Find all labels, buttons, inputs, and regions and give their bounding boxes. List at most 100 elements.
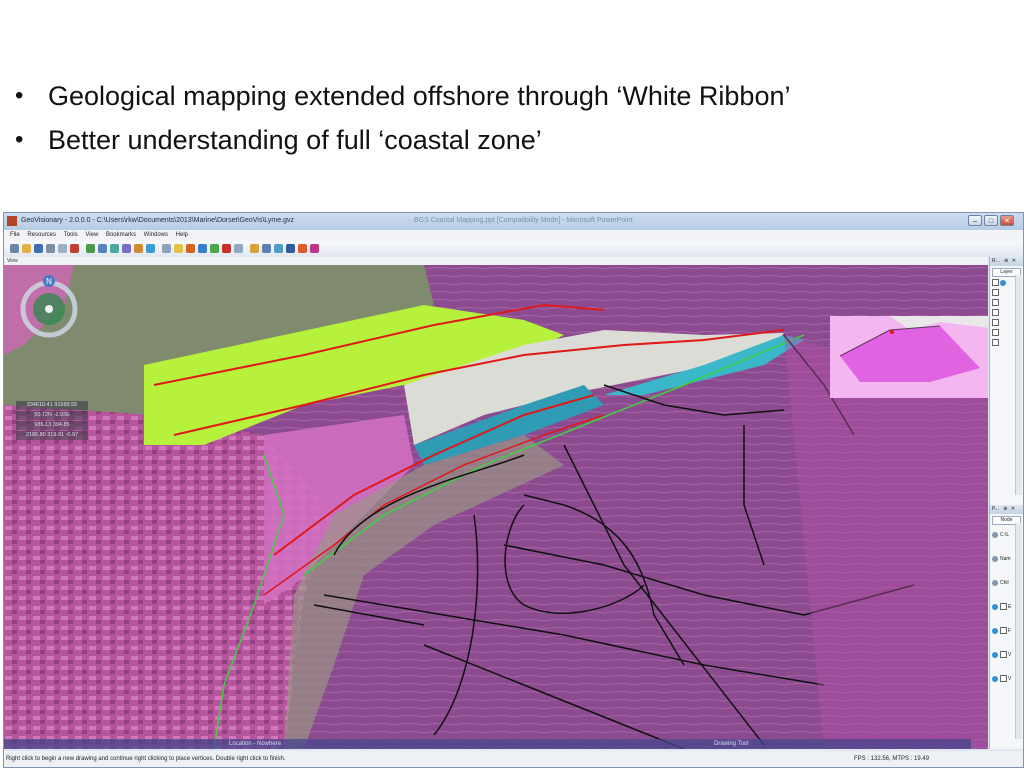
property-row[interactable]: Chil	[992, 579, 1009, 587]
water-icon[interactable]	[274, 244, 283, 253]
menu-tools[interactable]: Tools	[64, 230, 78, 241]
window-titlebar[interactable]: GeoVisionary - 2.0.0.0 - C:\Users\rkw\Do…	[4, 213, 1023, 230]
save-icon[interactable]	[34, 244, 43, 253]
chart-icon[interactable]	[210, 244, 219, 253]
draw-line-icon[interactable]	[198, 244, 207, 253]
layer-tree-item[interactable]	[992, 299, 1000, 307]
menu-resources[interactable]: Resources	[27, 230, 56, 241]
tool-icon[interactable]	[298, 244, 307, 253]
property-row[interactable]: V	[992, 675, 1011, 683]
compass-icon[interactable]: N	[16, 273, 82, 339]
layer-icon	[1000, 279, 1006, 286]
funnel-icon[interactable]	[186, 244, 195, 253]
layer-tree-item[interactable]	[992, 339, 1000, 347]
menu-windows[interactable]: Windows	[144, 230, 168, 241]
property-label: Nam	[1000, 556, 1011, 562]
property-label: Chil	[1000, 580, 1009, 586]
window-title: GeoVisionary - 2.0.0.0 - C:\Users\rkw\Do…	[21, 217, 294, 224]
property-icon	[992, 627, 998, 634]
property-checkbox[interactable]	[1000, 603, 1007, 611]
main-toolbar	[4, 241, 1023, 258]
lightbulb-icon[interactable]	[250, 244, 259, 253]
cursor-icon[interactable]	[286, 244, 295, 253]
new-file-icon[interactable]	[10, 244, 19, 253]
layer-tree-item[interactable]	[992, 279, 1008, 287]
properties-panel-header[interactable]: P... ⊕ ✕	[990, 505, 1023, 514]
terrain-3d-viewport[interactable]: N 334610.41 91589.55 50.72N -2.93E 985.1…	[4, 265, 988, 749]
layer-tree-item[interactable]	[992, 329, 1000, 337]
readout-line: 985.13 394.85	[16, 421, 88, 430]
layers-panel: R... ⊕ ✕ Layer	[989, 257, 1023, 505]
property-row[interactable]: F	[992, 627, 1011, 635]
background-window-title: BGS Coastal Mapping.ppt [Compatibility M…	[414, 217, 633, 224]
drawing-tool-label: Drawing Tool	[714, 741, 749, 747]
minimize-button[interactable]: –	[968, 215, 982, 226]
property-checkbox[interactable]	[1000, 627, 1007, 635]
grid-icon[interactable]	[234, 244, 243, 253]
layers-panel-title: R...	[992, 258, 1000, 264]
layer-add-icon[interactable]	[86, 244, 95, 253]
bullet-dot-icon: •	[15, 126, 24, 153]
status-message: Right click to begin a new drawing and c…	[6, 756, 286, 762]
properties-panel-title: P...	[992, 506, 999, 512]
pin-icon[interactable]: ⊕	[1004, 258, 1008, 264]
property-label: E	[1008, 604, 1012, 610]
camera-icon[interactable]	[98, 244, 107, 253]
pin-icon[interactable]	[222, 244, 231, 253]
bullet-item: • Geological mapping extended offshore t…	[12, 74, 1012, 118]
bullet-text: Geological mapping extended offshore thr…	[48, 81, 791, 111]
print-icon[interactable]	[46, 244, 55, 253]
menu-view[interactable]: View	[85, 230, 98, 241]
viewport-info-bar: Location - Nowhere Drawing Tool	[4, 739, 971, 749]
menu-file[interactable]: File	[10, 230, 20, 241]
coordinate-readout: 334610.41 91589.55 50.72N -2.93E 985.13 …	[16, 401, 88, 441]
property-label: C:\L	[1000, 532, 1010, 538]
open-folder-icon[interactable]	[22, 244, 31, 253]
menu-help[interactable]: Help	[176, 230, 188, 241]
view-panel-label: View	[4, 257, 988, 265]
layer-tree-item[interactable]	[992, 319, 1000, 327]
property-checkbox[interactable]	[1000, 651, 1007, 659]
terrain-icon[interactable]	[110, 244, 119, 253]
readout-line: 2186.80 319.91 -0.97	[16, 431, 88, 440]
layer-tree-item[interactable]	[992, 289, 1000, 297]
bookmark-icon[interactable]	[174, 244, 183, 253]
bullet-dot-icon: •	[15, 82, 24, 109]
bullet-text: Better understanding of full ‘coastal zo…	[48, 125, 542, 155]
globe-icon[interactable]	[146, 244, 155, 253]
layer-tree-item[interactable]	[992, 309, 1000, 317]
measure-icon[interactable]	[162, 244, 171, 253]
property-label: V	[1008, 652, 1012, 658]
property-row[interactable]: E	[992, 603, 1011, 611]
property-icon	[992, 555, 998, 562]
rotate-icon[interactable]	[262, 244, 271, 253]
close-icon[interactable]: ✕	[1012, 258, 1016, 264]
fps-readout: FPS : 132.56, MTPS : 19.49	[854, 756, 930, 762]
delete-icon[interactable]	[70, 244, 79, 253]
sun-icon[interactable]	[134, 244, 143, 253]
layers-panel-header[interactable]: R... ⊕ ✕	[990, 257, 1023, 266]
fly-icon[interactable]	[122, 244, 131, 253]
geovisionary-window: GeoVisionary - 2.0.0.0 - C:\Users\rkw\Do…	[3, 212, 1024, 768]
property-icon	[992, 603, 998, 610]
readout-line: 50.72N -2.93E	[16, 411, 88, 420]
property-row[interactable]: V	[992, 651, 1011, 659]
menu-bar: File Resources Tools View Bookmarks Wind…	[4, 230, 1023, 241]
property-checkbox[interactable]	[1000, 675, 1007, 683]
property-label: F	[1008, 628, 1012, 634]
property-row[interactable]: C:\L	[992, 531, 1009, 539]
close-button[interactable]: ✕	[1000, 215, 1014, 226]
menu-bookmarks[interactable]: Bookmarks	[106, 230, 136, 241]
property-row[interactable]: Nam	[992, 555, 1011, 563]
compass-north-label: N	[46, 277, 52, 286]
slide-bullet-list: • Geological mapping extended offshore t…	[12, 74, 1012, 162]
close-icon[interactable]: ✕	[1011, 506, 1015, 512]
copy-icon[interactable]	[58, 244, 67, 253]
layers-scrollbar[interactable]	[1015, 275, 1022, 495]
maximize-button[interactable]: □	[984, 215, 998, 226]
overview-minimap[interactable]	[830, 316, 988, 398]
marker-icon[interactable]	[310, 244, 319, 253]
properties-scrollbar[interactable]	[1015, 523, 1022, 739]
bullet-item: • Better understanding of full ‘coastal …	[12, 118, 1012, 162]
pin-icon[interactable]: ⊕	[1003, 506, 1007, 512]
